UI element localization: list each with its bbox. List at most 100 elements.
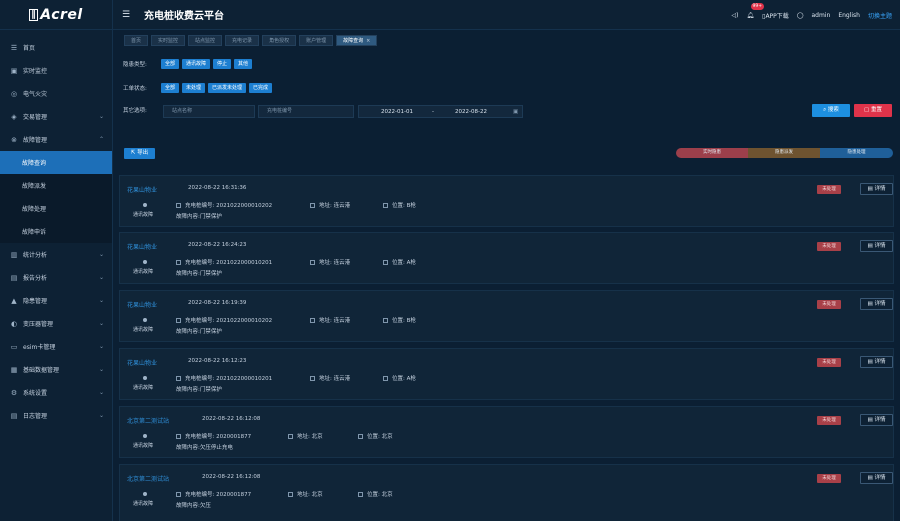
app-download-link[interactable]: ▯APP下载 (762, 11, 789, 20)
tab-account[interactable]: 账户管理 (299, 35, 334, 46)
tab-site-monitor[interactable]: 站点监控 (188, 35, 223, 46)
sidebar-item-fault[interactable]: ⊗ 故障管理 ⌃ (0, 128, 112, 151)
sidebar-item-report[interactable]: ▤ 报告分析 ⌄ (0, 266, 112, 289)
site-name-link[interactable]: 花果山物业 (127, 185, 157, 194)
fire-icon: ◎ (10, 89, 18, 98)
detail-icon: ▤ (867, 186, 873, 192)
position-icon (383, 376, 388, 381)
calendar-icon[interactable]: ▣ (513, 107, 518, 118)
sidebar-item-statistics[interactable]: ▥ 统计分析 ⌄ (0, 243, 112, 266)
fault-type-all[interactable]: 全部 (161, 58, 180, 69)
reset-button[interactable]: ▢ 重置 (854, 104, 892, 117)
fault-record-card: 花果山物业 2022-08-22 16:19:39 通讯故障 充电桩编号: 20… (119, 290, 894, 342)
pile-number-input[interactable]: 充电桩编号 (258, 105, 354, 118)
volume-icon[interactable]: ◁) (732, 12, 739, 19)
monitor-icon: ▣ (10, 66, 18, 75)
chevron-down-icon: ⌄ (98, 320, 104, 327)
sidebar-item-settings[interactable]: ⚙ 系统设置 ⌄ (0, 381, 112, 404)
chevron-down-icon: ⌄ (98, 343, 104, 350)
pile-number: 充电桩编号: 2020001877 (176, 490, 251, 498)
fault-type-label: 通讯故障 (133, 385, 154, 391)
database-icon: ▦ (10, 365, 18, 374)
position: 位置: B枪 (383, 201, 416, 209)
sidebar-item-log[interactable]: ▤ 日志管理 ⌄ (0, 404, 112, 427)
detail-icon: ▤ (867, 359, 873, 365)
detail-button[interactable]: ▤ 详情 (860, 472, 893, 484)
sidebar-item-hazard[interactable]: ▲ 隐患管理 ⌄ (0, 289, 112, 312)
status-all[interactable]: 全部 (161, 82, 180, 93)
warning-icon: ▲ (11, 296, 17, 305)
detail-button[interactable]: ▤ 详情 (860, 298, 893, 310)
detail-button[interactable]: ▤ 详情 (860, 356, 893, 368)
page-title: 充电桩收费云平台 (144, 11, 224, 22)
sidebar-item-trade[interactable]: ◈ 交易管理 ⌄ (0, 105, 112, 128)
address-icon (288, 434, 293, 439)
fault-type-other[interactable]: 其他 (234, 58, 253, 69)
pile-icon (176, 260, 181, 265)
site-name-input[interactable]: 站点名称 (163, 105, 255, 118)
sidebar-item-home[interactable]: ☰ 首页 (0, 36, 112, 59)
status-badge: 未处理 (817, 358, 841, 367)
tab-charge-record[interactable]: 充电记录 (225, 35, 260, 46)
sidebar-item-transformer[interactable]: ◐ 变压器管理 ⌄ (0, 312, 112, 335)
status-dispatched[interactable]: 已派发未处理 (208, 82, 247, 93)
order-status-filter: 工单状态: 全部 未处理 已派发未处理 已完成 (123, 82, 273, 93)
username[interactable]: admin (812, 12, 831, 19)
sidebar-item-monitor[interactable]: ▣ 实时监控 (0, 59, 112, 82)
home-icon: ☰ (10, 43, 18, 52)
settings-icon: ⚙ (10, 388, 18, 397)
sidebar-subitem-fault-query[interactable]: 故障查询 (0, 151, 112, 174)
fault-type-comm[interactable]: 通讯故障 (182, 58, 211, 69)
site-name-link[interactable]: 北京第二测试站 (127, 474, 169, 483)
sidebar-item-fire[interactable]: ◎ 电气火灾 (0, 82, 112, 105)
sidebar: ∥ Acrel ☰ 首页 ▣ 实时监控 ◎ 电气火灾 ◈ 交易管理 ⌄ ⊗ 故障… (0, 0, 113, 521)
tab-role-auth[interactable]: 角色授权 (262, 35, 297, 46)
fault-record-card: 花果山物业 2022-08-22 16:12:23 通讯故障 充电桩编号: 20… (119, 348, 894, 400)
theme-switch[interactable]: 切换主题 (868, 11, 892, 20)
log-icon: ▤ (10, 411, 18, 420)
tab-bar: 首页 实时监控 站点监控 充电记录 角色授权 账户管理 故障查询 × (124, 35, 378, 46)
sidebar-subitem-fault-dispatch[interactable]: 故障派发 (0, 174, 112, 197)
fault-icon: ⊗ (11, 135, 17, 144)
status-badge: 未处理 (817, 416, 841, 425)
user-icon[interactable]: ◯ (797, 12, 804, 19)
tab-fault-query[interactable]: 故障查询 × (336, 35, 378, 46)
site-name-link[interactable]: 花果山物业 (127, 358, 157, 367)
pile-number: 充电桩编号: 2021022000010201 (176, 258, 272, 266)
record-time: 2022-08-22 16:12:23 (188, 358, 247, 364)
sidebar-subitem-fault-appeal[interactable]: 故障申诉 (0, 220, 112, 243)
detail-button[interactable]: ▤ 详情 (860, 240, 893, 252)
date-range-input[interactable]: 2022-01-01 - 2022-08-22 ▣ (358, 105, 523, 118)
position-icon (358, 492, 363, 497)
chevron-down-icon: ⌄ (98, 297, 104, 304)
sidebar-subitem-fault-handle[interactable]: 故障处理 (0, 197, 112, 220)
fault-type-icon (143, 260, 147, 264)
detail-button[interactable]: ▤ 详情 (860, 414, 893, 426)
status-unhandled[interactable]: 未处理 (182, 82, 206, 93)
language-switch[interactable]: English (838, 12, 860, 19)
fault-content: 故障内容:欠压 (176, 503, 211, 509)
chevron-down-icon: ⌄ (98, 251, 104, 258)
tab-realtime-monitor[interactable]: 实时监控 (151, 35, 186, 46)
export-button[interactable]: ⇱ 导出 (124, 148, 155, 159)
site-name-link[interactable]: 花果山物业 (127, 300, 157, 309)
detail-icon: ▤ (867, 475, 873, 481)
tab-home[interactable]: 首页 (124, 35, 149, 46)
fault-type-stop[interactable]: 停止 (213, 58, 232, 69)
site-name-link[interactable]: 花果山物业 (127, 242, 157, 251)
position-icon (383, 203, 388, 208)
status-done[interactable]: 已完成 (249, 82, 273, 93)
search-button[interactable]: ⌕ 搜索 (812, 104, 850, 117)
detail-button[interactable]: ▤ 详情 (860, 183, 893, 195)
fault-content: 故障内容:门禁保护 (176, 214, 222, 220)
bell-icon[interactable]: 🔔︎ 99+ (747, 2, 764, 19)
pile-number: 充电桩编号: 2021022000010202 (176, 316, 272, 324)
pile-icon (176, 492, 181, 497)
site-name-link[interactable]: 北京第二测试站 (127, 416, 169, 425)
sidebar-item-basedata[interactable]: ▦ 基础数据管理 ⌄ (0, 358, 112, 381)
sidebar-item-esim[interactable]: ▭ esim卡管理 ⌄ (0, 335, 112, 358)
legend-handle: 隐患处理 (820, 148, 893, 158)
position: 位置: 北京 (358, 490, 393, 498)
close-icon[interactable]: × (366, 38, 370, 44)
menu-toggle-icon[interactable]: ☰ (122, 10, 134, 20)
